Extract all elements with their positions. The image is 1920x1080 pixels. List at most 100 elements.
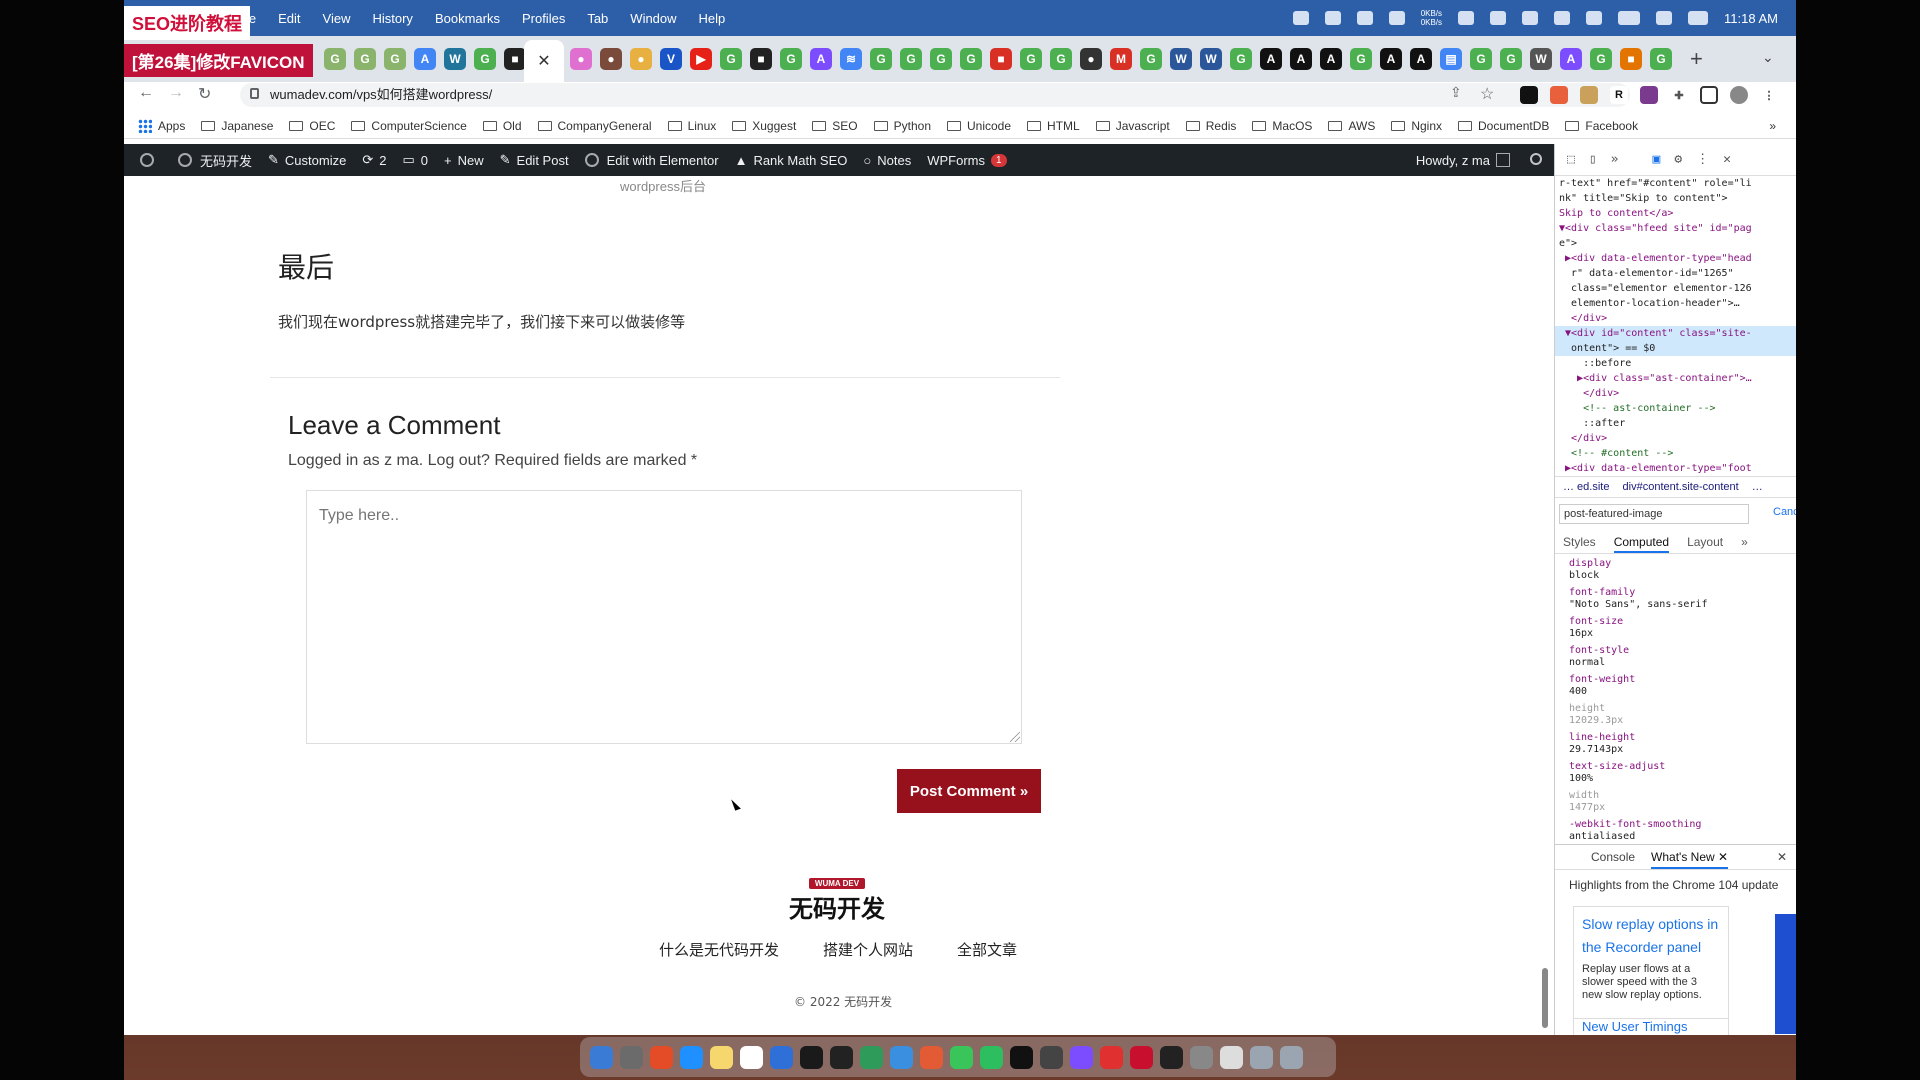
- tab-favicon[interactable]: ●: [570, 48, 592, 70]
- tab-favicon[interactable]: ●: [630, 48, 652, 70]
- menu-tab[interactable]: Tab: [587, 11, 608, 26]
- tab-favicon[interactable]: W: [1200, 48, 1222, 70]
- bookmark-folder[interactable]: Linux: [667, 119, 716, 133]
- tab-favicon[interactable]: G: [1050, 48, 1072, 70]
- dom-node-line[interactable]: ::after: [1555, 416, 1796, 431]
- tab-layout[interactable]: Layout: [1687, 530, 1723, 553]
- dock-app-icon[interactable]: [1130, 1045, 1153, 1069]
- tab-favicon[interactable]: G: [1650, 48, 1672, 70]
- dom-node-line[interactable]: ▶<div data-elementor-type="foot: [1555, 461, 1796, 476]
- forward-icon[interactable]: →: [168, 84, 184, 102]
- dock-app-icon[interactable]: [1040, 1045, 1063, 1069]
- menu-bar-clock[interactable]: 11:18 AM: [1724, 11, 1778, 26]
- wechat-icon[interactable]: [1356, 11, 1373, 25]
- dom-node-line[interactable]: e">: [1555, 236, 1796, 251]
- tab-favicon[interactable]: ▤: [1440, 48, 1462, 70]
- settings-gear-icon[interactable]: ⚙: [1674, 152, 1682, 167]
- bookmark-star-icon[interactable]: ☆: [1480, 84, 1494, 104]
- computed-property[interactable]: display block: [1569, 558, 1796, 582]
- whats-new-card-2[interactable]: New User Timings: [1573, 1018, 1729, 1035]
- menu-window[interactable]: Window: [630, 11, 676, 26]
- dock-app-icon[interactable]: [710, 1045, 733, 1069]
- breadcrumb-more[interactable]: …: [1752, 481, 1763, 493]
- dock-app-icon[interactable]: [1190, 1045, 1213, 1069]
- bookmark-folder[interactable]: Japanese: [201, 119, 273, 133]
- more-tabs-icon[interactable]: »: [1611, 152, 1619, 167]
- bookmark-folder[interactable]: ComputerScience: [351, 119, 467, 133]
- wp-edit-post[interactable]: ✎ Edit Post: [500, 152, 569, 168]
- computed-property[interactable]: height 12029.3px: [1569, 703, 1796, 727]
- footer-link-all-articles[interactable]: 全部文章: [957, 939, 1017, 960]
- url-input[interactable]: wumadev.com/vps如何搭建wordpress/: [240, 83, 1630, 107]
- wp-edit-elementor[interactable]: Edit with Elementor: [584, 153, 719, 168]
- extension-2-icon[interactable]: [1550, 86, 1568, 104]
- computed-property[interactable]: font-style normal: [1569, 645, 1796, 669]
- dock-app-icon[interactable]: [650, 1045, 673, 1069]
- footer-logo[interactable]: WUMA DEV 无码开发: [789, 873, 885, 924]
- tab-favicon[interactable]: W: [1170, 48, 1192, 70]
- bookmark-folder[interactable]: Unicode: [947, 119, 1011, 133]
- tab-favicon[interactable]: G: [384, 48, 406, 70]
- tab-favicon[interactable]: G: [780, 48, 802, 70]
- menu-bookmarks[interactable]: Bookmarks: [435, 11, 500, 26]
- tab-favicon[interactable]: G: [930, 48, 952, 70]
- dom-node-line[interactable]: </div>: [1555, 311, 1796, 326]
- device-toolbar-icon[interactable]: ▯: [1589, 152, 1597, 167]
- lock-icon[interactable]: [250, 88, 259, 99]
- tab-favicon[interactable]: ■: [504, 48, 526, 70]
- menu-help[interactable]: Help: [699, 11, 726, 26]
- tab-favicon[interactable]: A: [1410, 48, 1432, 70]
- side-panel-icon[interactable]: [1700, 86, 1718, 104]
- dom-node-line[interactable]: nk" title="Skip to content">: [1555, 191, 1796, 206]
- dock-app-icon[interactable]: [920, 1045, 943, 1069]
- dock-app-icon[interactable]: [740, 1045, 763, 1069]
- notification-bell-icon[interactable]: [1388, 11, 1405, 25]
- dom-node-line[interactable]: ▶<div class="ast-container">…: [1555, 371, 1796, 386]
- dock-app-icon[interactable]: [1280, 1045, 1303, 1069]
- reload-icon[interactable]: ↻: [198, 84, 211, 104]
- bookmark-folder[interactable]: Python: [873, 119, 931, 133]
- dock-app-icon[interactable]: [590, 1045, 613, 1069]
- computed-property[interactable]: font-weight 400: [1569, 674, 1796, 698]
- dom-node-line[interactable]: ▼<div id="content" class="site-: [1555, 326, 1796, 341]
- bookmark-folder[interactable]: Xuggest: [732, 119, 796, 133]
- dock-app-icon[interactable]: [1010, 1045, 1033, 1069]
- wifi-icon[interactable]: [1656, 11, 1673, 25]
- dock-app-icon[interactable]: [1160, 1045, 1183, 1069]
- play-icon[interactable]: [1522, 11, 1539, 25]
- chrome-menu-icon[interactable]: ⋮: [1760, 86, 1778, 104]
- tab-favicon[interactable]: A: [1320, 48, 1342, 70]
- extension-1-icon[interactable]: [1520, 86, 1538, 104]
- dock-app-icon[interactable]: [980, 1045, 1003, 1069]
- wp-wpforms[interactable]: WPForms 1: [927, 153, 1007, 168]
- dock-app-icon[interactable]: [800, 1045, 823, 1069]
- profile-avatar[interactable]: [1730, 86, 1748, 104]
- wp-comments[interactable]: ▭ 0: [402, 152, 428, 168]
- bookmark-folder[interactable]: CompanyGeneral: [537, 119, 652, 133]
- moon-icon[interactable]: [1554, 11, 1571, 25]
- comment-textarea[interactable]: [306, 490, 1022, 744]
- dock-app-icon[interactable]: [770, 1045, 793, 1069]
- dom-node-line[interactable]: elementor-location-header">…: [1555, 296, 1796, 311]
- back-icon[interactable]: ←: [138, 84, 154, 102]
- tab-favicon[interactable]: G: [960, 48, 982, 70]
- dock-app-icon[interactable]: [890, 1045, 913, 1069]
- bookmark-apps[interactable]: Apps: [138, 118, 185, 133]
- dom-node-line[interactable]: <!-- ast-container -->: [1555, 401, 1796, 416]
- tab-favicon[interactable]: G: [1590, 48, 1612, 70]
- tab-favicon[interactable]: A: [810, 48, 832, 70]
- tab-favicon[interactable]: G: [720, 48, 742, 70]
- app-tray-icon[interactable]: [1586, 11, 1603, 25]
- wp-notes[interactable]: ○ Notes: [863, 153, 911, 168]
- menu-view[interactable]: View: [323, 11, 351, 26]
- bookmark-folder[interactable]: Redis: [1185, 119, 1236, 133]
- close-drawer-icon[interactable]: ✕: [1777, 845, 1787, 869]
- search-filter-input[interactable]: post-featured-image: [1559, 504, 1749, 524]
- active-tab[interactable]: ✕: [524, 40, 564, 82]
- dom-node-line[interactable]: <!-- #content -->: [1555, 446, 1796, 461]
- footer-link-nocode[interactable]: 什么是无代码开发: [659, 939, 779, 960]
- extension-r-icon[interactable]: R: [1610, 86, 1628, 104]
- issues-icon[interactable]: ▣: [1652, 152, 1660, 167]
- tab-console[interactable]: Console: [1591, 845, 1635, 869]
- tab-search-chevron-icon[interactable]: ⌄: [1762, 49, 1774, 66]
